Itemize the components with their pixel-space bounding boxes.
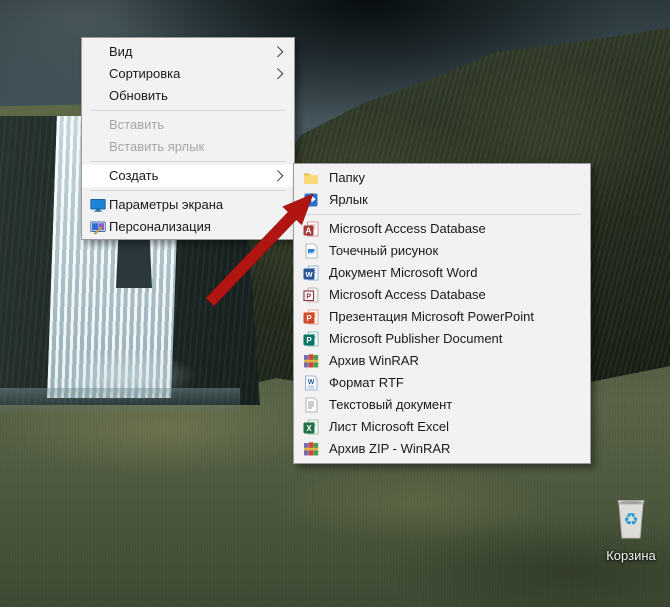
svg-text:X: X bbox=[306, 424, 312, 433]
submenu-item-label: Архив ZIP - WinRAR bbox=[329, 441, 451, 456]
submenu-item-word-document[interactable]: W Документ Microsoft Word bbox=[294, 262, 590, 284]
menu-item-paste: Вставить bbox=[82, 114, 294, 136]
chevron-right-icon bbox=[271, 46, 283, 57]
submenu-item-folder[interactable]: Папку bbox=[294, 167, 590, 189]
text-document-icon bbox=[303, 397, 319, 413]
menu-item-paste-shortcut: Вставить ярлык bbox=[82, 136, 294, 158]
submenu-item-label: Формат RTF bbox=[329, 375, 404, 390]
svg-text:P: P bbox=[306, 336, 312, 345]
access-icon: A bbox=[303, 221, 319, 237]
desktop-context-menu: Вид Сортировка Обновить Вставить Вставит… bbox=[81, 37, 295, 240]
menu-item-label: Вид bbox=[109, 44, 133, 59]
menu-item-view[interactable]: Вид bbox=[82, 41, 294, 63]
menu-item-label: Сортировка bbox=[109, 66, 181, 81]
recycle-bin-label: Корзина bbox=[606, 548, 656, 563]
display-icon bbox=[90, 197, 106, 213]
submenu-item-winrar-archive[interactable]: Архив WinRAR bbox=[294, 350, 590, 372]
menu-item-label: Вставить bbox=[109, 117, 165, 132]
menu-item-personalization[interactable]: Персонализация bbox=[82, 216, 294, 238]
powerpoint-icon: P bbox=[303, 309, 319, 325]
menu-item-label: Обновить bbox=[109, 88, 168, 103]
new-submenu: Папку Ярлык A Microsoft Access Database … bbox=[293, 163, 591, 464]
submenu-item-label: Лист Microsoft Excel bbox=[329, 419, 449, 434]
submenu-item-label: Точечный рисунок bbox=[329, 243, 439, 258]
recycle-bin-icon: ♻ bbox=[607, 500, 655, 546]
bitmap-icon bbox=[303, 243, 319, 259]
submenu-item-shortcut[interactable]: Ярлык bbox=[294, 189, 590, 211]
submenu-item-label: Ярлык bbox=[329, 192, 368, 207]
submenu-item-label: Текстовый документ bbox=[329, 397, 453, 412]
personalization-icon bbox=[90, 219, 106, 235]
publisher-icon: P bbox=[303, 331, 319, 347]
excel-icon: X bbox=[303, 419, 319, 435]
submenu-item-label: Папку bbox=[329, 170, 365, 185]
svg-text:A: A bbox=[305, 225, 311, 235]
menu-separator bbox=[91, 161, 285, 162]
submenu-item-label: Microsoft Access Database bbox=[329, 287, 486, 302]
submenu-item-publisher-document[interactable]: P Microsoft Publisher Document bbox=[294, 328, 590, 350]
chevron-right-icon bbox=[271, 68, 283, 79]
menu-item-label: Вставить ярлык bbox=[109, 139, 205, 154]
menu-separator bbox=[91, 110, 285, 111]
menu-item-new[interactable]: Создать bbox=[82, 165, 294, 187]
submenu-item-text-document[interactable]: Текстовый документ bbox=[294, 394, 590, 416]
shortcut-icon bbox=[303, 192, 319, 208]
svg-text:P: P bbox=[306, 314, 312, 323]
svg-text:W: W bbox=[305, 270, 313, 279]
svg-text:W: W bbox=[308, 379, 315, 386]
rtf-icon: W bbox=[303, 375, 319, 391]
menu-item-label: Параметры экрана bbox=[109, 197, 224, 212]
submenu-item-access-database-legacy[interactable]: P Microsoft Access Database bbox=[294, 284, 590, 306]
winrar-icon bbox=[303, 353, 319, 369]
submenu-item-label: Архив WinRAR bbox=[329, 353, 419, 368]
menu-item-sort[interactable]: Сортировка bbox=[82, 63, 294, 85]
desktop[interactable]: ♻ Корзина Вид Сортировка Обновить Встави… bbox=[0, 0, 670, 607]
submenu-item-label: Презентация Microsoft PowerPoint bbox=[329, 309, 534, 324]
submenu-item-bitmap[interactable]: Точечный рисунок bbox=[294, 240, 590, 262]
svg-text:P: P bbox=[306, 291, 311, 300]
wallpaper-pool bbox=[0, 388, 240, 414]
svg-text:♻: ♻ bbox=[623, 510, 638, 530]
menu-separator bbox=[303, 214, 581, 215]
submenu-item-rtf[interactable]: W Формат RTF bbox=[294, 372, 590, 394]
folder-icon bbox=[303, 170, 319, 186]
submenu-item-excel-worksheet[interactable]: X Лист Microsoft Excel bbox=[294, 416, 590, 438]
word-icon: W bbox=[303, 265, 319, 281]
submenu-item-label: Microsoft Access Database bbox=[329, 221, 486, 236]
chevron-right-icon bbox=[271, 170, 283, 181]
submenu-item-powerpoint-presentation[interactable]: P Презентация Microsoft PowerPoint bbox=[294, 306, 590, 328]
menu-item-display-settings[interactable]: Параметры экрана bbox=[82, 194, 294, 216]
submenu-item-access-database[interactable]: A Microsoft Access Database bbox=[294, 218, 590, 240]
submenu-item-zip-winrar-archive[interactable]: Архив ZIP - WinRAR bbox=[294, 438, 590, 460]
menu-separator bbox=[91, 190, 285, 191]
submenu-item-label: Microsoft Publisher Document bbox=[329, 331, 503, 346]
recycle-bin[interactable]: ♻ Корзина bbox=[596, 492, 666, 563]
submenu-item-label: Документ Microsoft Word bbox=[329, 265, 478, 280]
menu-item-label: Создать bbox=[109, 168, 159, 183]
winrar-icon bbox=[303, 441, 319, 457]
menu-item-refresh[interactable]: Обновить bbox=[82, 85, 294, 107]
menu-item-label: Персонализация bbox=[109, 219, 211, 234]
access-legacy-icon: P bbox=[303, 287, 319, 303]
